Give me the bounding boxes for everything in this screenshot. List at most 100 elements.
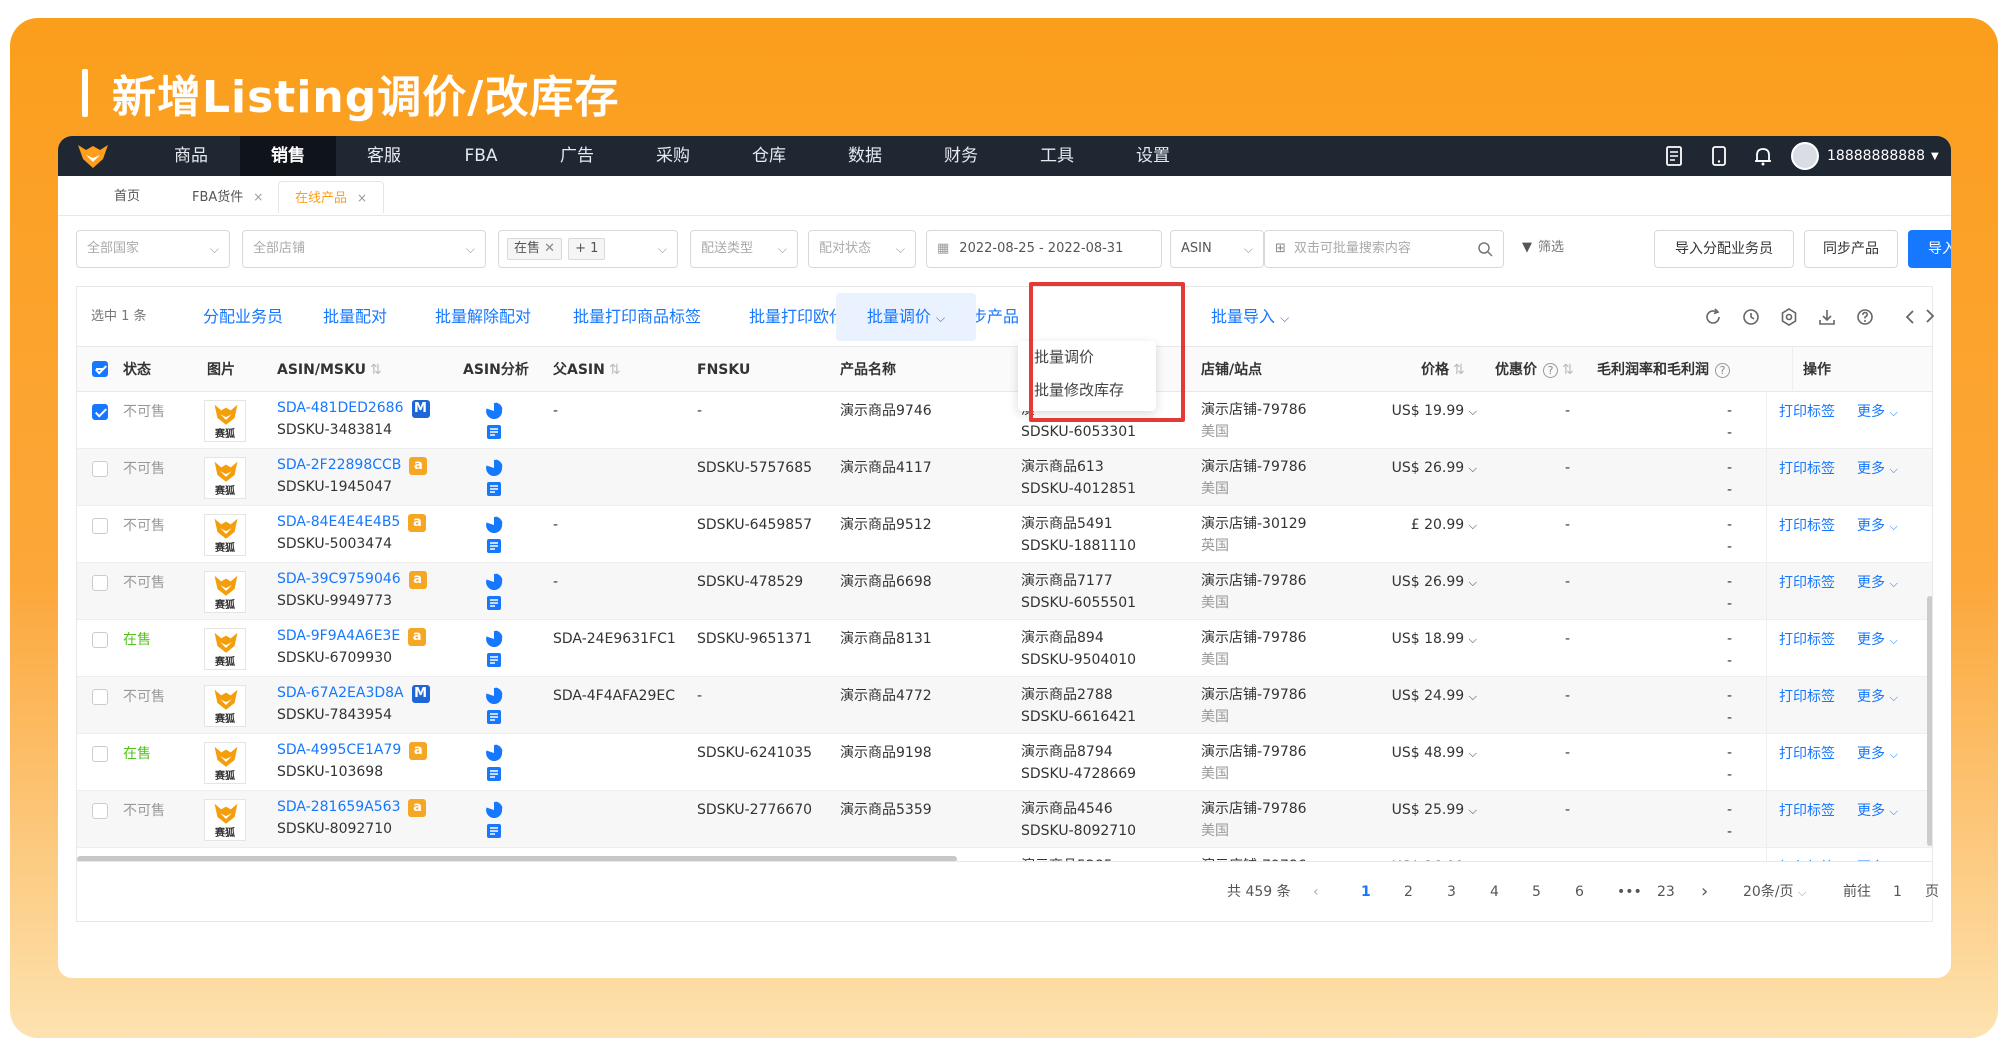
action-2[interactable]: 批量解除配对 xyxy=(435,287,531,347)
nav-item-10[interactable]: 设置 xyxy=(1105,136,1201,176)
action-1[interactable]: 批量配对 xyxy=(323,287,387,347)
report-icon[interactable] xyxy=(486,424,502,440)
task-list-icon[interactable] xyxy=(1663,145,1685,167)
print-label-button[interactable]: 打印标签 xyxy=(1779,515,1835,535)
batch-price-dropdown[interactable]: 批量调价 ⌵ xyxy=(836,293,976,341)
page-4[interactable]: 5 xyxy=(1532,862,1541,922)
download-icon[interactable] xyxy=(1817,307,1837,327)
product-thumbnail[interactable]: 赛狐 xyxy=(204,799,246,841)
print-label-button[interactable]: 打印标签 xyxy=(1779,686,1835,706)
more-button[interactable]: 更多 ⌵ xyxy=(1857,401,1898,421)
nav-item-5[interactable]: 采购 xyxy=(625,136,721,176)
import-match-button[interactable]: 导入配对 xyxy=(1908,230,1951,268)
price-value[interactable]: US$ 48.99 ⌵ xyxy=(1377,743,1477,764)
table-row[interactable]: 不可售 赛狐 SDA-281659A563 a SDSKU-8092710 SDSKU-2… xyxy=(77,791,1932,848)
row-checkbox[interactable] xyxy=(92,461,108,477)
date-range-picker[interactable]: ▦ 2022-08-25 - 2022-08-31 xyxy=(926,230,1162,268)
asin-link[interactable]: SDA-84E4E4E4B5 a xyxy=(277,514,427,532)
store-select[interactable]: 全部店铺 ⌵ xyxy=(242,230,486,268)
help-icon[interactable]: ? xyxy=(1543,363,1558,378)
page-2[interactable]: 3 xyxy=(1447,862,1456,922)
more-button[interactable]: 更多 ⌵ xyxy=(1857,686,1898,706)
row-checkbox[interactable] xyxy=(92,575,108,591)
row-checkbox[interactable] xyxy=(92,404,108,420)
table-row[interactable]: 不可售 赛狐 SDA-481DED2686 M SDSKU-3483814 - - 演示商品9… xyxy=(77,392,1932,449)
pie-chart-icon[interactable] xyxy=(485,459,503,477)
more-button[interactable]: 更多 ⌵ xyxy=(1857,800,1898,820)
vertical-scrollbar[interactable] xyxy=(1927,596,1932,846)
report-icon[interactable] xyxy=(486,823,502,839)
ship-type-select[interactable]: 配送类型 ⌵ xyxy=(690,230,798,268)
help-icon[interactable]: ? xyxy=(1715,363,1730,378)
report-icon[interactable] xyxy=(486,766,502,782)
page-3[interactable]: 4 xyxy=(1490,862,1499,922)
price-value[interactable]: US$ 26.99 ⌵ xyxy=(1377,572,1477,593)
product-thumbnail[interactable]: 赛狐 xyxy=(204,628,246,670)
tab-1[interactable]: FBA货件 × xyxy=(176,181,279,213)
more-button[interactable]: 更多 ⌵ xyxy=(1857,629,1898,649)
table-row[interactable]: 在售 赛狐 SDA-4995CE1A79 a SDSKU-103698 SDSKU-624… xyxy=(77,734,1932,791)
header-checkbox[interactable] xyxy=(92,361,108,377)
asin-link[interactable]: SDA-481DED2686 M xyxy=(277,400,430,418)
product-thumbnail[interactable]: 赛狐 xyxy=(204,742,246,784)
print-label-button[interactable]: 打印标签 xyxy=(1779,800,1835,820)
next-page-icon[interactable]: › xyxy=(1701,862,1708,922)
status-chip[interactable]: 在售 ✕ xyxy=(507,238,563,260)
page-5[interactable]: 6 xyxy=(1575,862,1584,922)
price-value[interactable]: US$ 19.99 ⌵ xyxy=(1377,401,1477,422)
nav-item-3[interactable]: FBA xyxy=(433,136,529,176)
col-parent-asin[interactable]: 父ASIN ⇅ xyxy=(553,347,621,393)
sort-icon[interactable]: ⇅ xyxy=(370,362,382,378)
country-select[interactable]: 全部国家 ⌵ xyxy=(76,230,230,268)
nav-item-1[interactable]: 销售 xyxy=(240,136,336,176)
table-row[interactable]: 不可售 赛狐 SDA-84E4E4E4B5 a SDSKU-5003474 - SDSKU-… xyxy=(77,506,1932,563)
nav-item-6[interactable]: 仓库 xyxy=(721,136,817,176)
import-sales-button[interactable]: 导入分配业务员 xyxy=(1654,230,1794,268)
row-checkbox[interactable] xyxy=(92,803,108,819)
more-button[interactable]: 更多 ⌵ xyxy=(1857,572,1898,592)
fox-logo-icon[interactable] xyxy=(76,142,110,170)
asin-link[interactable]: SDA-2F22898CCB a xyxy=(277,457,428,475)
table-row[interactable]: 不可售 赛狐 SDA-67A2EA3D8A M SDSKU-7843954 SDA-4F4… xyxy=(77,677,1932,734)
pie-chart-icon[interactable] xyxy=(485,744,503,762)
tab-2[interactable]: 在线产品 × xyxy=(278,181,385,213)
price-value[interactable]: US$ 26.99 ⌵ xyxy=(1377,458,1477,479)
asin-link[interactable]: SDA-67A2EA3D8A M xyxy=(277,685,430,703)
print-label-button[interactable]: 打印标签 xyxy=(1779,401,1835,421)
pie-chart-icon[interactable] xyxy=(485,687,503,705)
prev-page-icon[interactable]: ‹ xyxy=(1313,862,1319,922)
search-field-select[interactable]: ASIN ⌵ xyxy=(1170,230,1264,268)
report-icon[interactable] xyxy=(486,538,502,554)
table-row[interactable]: 不可售 赛狐 SDA-2F22898CCB a SDSKU-1945047 SDSKU-5… xyxy=(77,449,1932,506)
filter-toggle[interactable]: ▼ 筛选 xyxy=(1512,230,1582,268)
report-icon[interactable] xyxy=(486,481,502,497)
price-value[interactable]: US$ 24.99 ⌵ xyxy=(1377,686,1477,707)
report-icon[interactable] xyxy=(486,652,502,668)
product-thumbnail[interactable]: 赛狐 xyxy=(204,571,246,613)
chevron-right-icon[interactable] xyxy=(1919,306,1939,326)
pie-chart-icon[interactable] xyxy=(485,801,503,819)
product-thumbnail[interactable]: 赛狐 xyxy=(204,400,246,442)
table-row[interactable]: 在售 赛狐 SDA-9F9A4A6E3E a SDSKU-6709930 SDA-24E9… xyxy=(77,620,1932,677)
product-thumbnail[interactable]: 赛狐 xyxy=(204,514,246,556)
sort-icon[interactable]: ⇅ xyxy=(1453,362,1465,378)
report-icon[interactable] xyxy=(486,595,502,611)
settings-icon[interactable] xyxy=(1779,307,1799,327)
page-6[interactable]: ••• xyxy=(1617,862,1642,922)
col-price[interactable]: 价格 ⇅ xyxy=(1421,347,1465,393)
pie-chart-icon[interactable] xyxy=(485,630,503,648)
pie-chart-icon[interactable] xyxy=(485,516,503,534)
price-value[interactable]: US$ 25.99 ⌵ xyxy=(1377,800,1477,821)
page-1[interactable]: 2 xyxy=(1404,862,1413,922)
nav-item-8[interactable]: 财务 xyxy=(913,136,1009,176)
more-button[interactable]: 更多 ⌵ xyxy=(1857,515,1898,535)
nav-item-2[interactable]: 客服 xyxy=(336,136,432,176)
status-select[interactable]: 在售 ✕ + 1 ⌵ xyxy=(498,230,678,268)
row-checkbox[interactable] xyxy=(92,632,108,648)
help-icon[interactable] xyxy=(1855,307,1875,327)
price-value[interactable]: £ 20.99 ⌵ xyxy=(1377,515,1477,536)
asin-link[interactable]: SDA-4995CE1A79 a xyxy=(277,742,428,760)
asin-link[interactable]: SDA-9F9A4A6E3E a xyxy=(277,628,427,646)
batch-import-dropdown[interactable]: 批量导入 ⌵ xyxy=(1211,287,1289,347)
clock-icon[interactable] xyxy=(1741,307,1761,327)
